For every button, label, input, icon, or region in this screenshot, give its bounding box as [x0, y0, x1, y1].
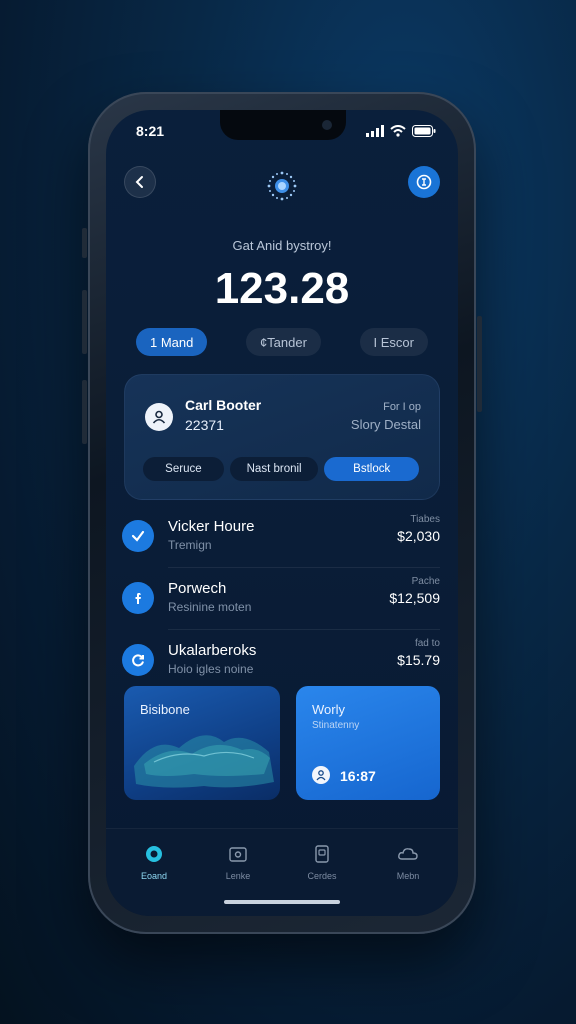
transaction-amount: $2,030	[397, 528, 440, 544]
tab-label: Eoand	[140, 871, 168, 881]
transaction-subtitle: Resinine moten	[168, 600, 252, 614]
app-screen: 8:21 Gat Anid bystroy! 123.28 1 Mand ¢Ta…	[106, 110, 458, 916]
balance-amount: 123.28	[214, 264, 350, 313]
volume-up-button	[82, 290, 87, 354]
mute-switch	[82, 228, 87, 258]
card-right-label: Slory Destal	[350, 417, 421, 432]
power-button	[477, 316, 482, 412]
tab-home[interactable]: Eoand	[124, 843, 184, 881]
notch	[220, 110, 346, 140]
transaction-row[interactable]: Porwech Resinine moten Pache $12,509	[122, 576, 440, 630]
filter-chips: 1 Mand ¢Tander I Escor	[136, 328, 428, 356]
account-button[interactable]	[408, 166, 440, 198]
transaction-tag: Pache	[411, 576, 440, 587]
ocean-tile[interactable]: Bisibone	[124, 686, 280, 800]
card-actions: Seruce Nast bronil Bstlock	[143, 457, 419, 481]
filter-chip-2[interactable]: ¢Tander	[245, 328, 321, 356]
transaction-tag: fad to	[414, 638, 440, 649]
refresh-icon	[122, 644, 154, 676]
home-indicator	[224, 900, 340, 904]
transaction-title: Porwech	[168, 580, 227, 597]
divider	[168, 567, 440, 568]
transaction-row[interactable]: Vicker Houre Tremign Tiabes $2,030	[122, 514, 440, 568]
tab-cloud[interactable]: Mebn	[378, 843, 438, 881]
transaction-amount: $12,509	[389, 590, 440, 606]
next-button[interactable]: Nast bronil	[229, 457, 319, 481]
check-icon	[122, 520, 154, 552]
signal-icon	[366, 125, 384, 137]
tab-cards[interactable]: Cerdes	[292, 843, 352, 881]
tab-wallet[interactable]: Lenke	[208, 843, 268, 881]
volume-down-button	[82, 380, 87, 444]
timer-tile[interactable]: Worly Stinatenny 16:87	[296, 686, 440, 800]
transaction-subtitle: Hoio igles noine	[168, 662, 254, 676]
tab-label: Cerdes	[307, 871, 337, 881]
transaction-row[interactable]: Ukalarberoks Hoio igles noine fad to $15…	[122, 638, 440, 692]
transaction-subtitle: Tremign	[168, 538, 212, 552]
card-number: 22371	[185, 417, 224, 433]
user-icon	[152, 410, 166, 424]
filter-chip-3[interactable]: I Escor	[359, 328, 428, 356]
tab-label: Mebn	[396, 871, 420, 881]
avatar	[145, 403, 173, 431]
transaction-title: Vicker Houre	[168, 518, 255, 535]
tile-title: Bisibone	[140, 702, 190, 717]
facebook-icon	[122, 582, 154, 614]
back-button[interactable]	[124, 166, 156, 198]
transaction-title: Ukalarberoks	[168, 642, 257, 659]
phone-frame: 8:21 Gat Anid bystroy! 123.28 1 Mand ¢Ta…	[82, 92, 482, 934]
filter-chip-1[interactable]: 1 Mand	[136, 328, 208, 356]
status-time: 8:21	[136, 123, 165, 139]
status-icons	[366, 125, 436, 137]
card-right-caption: For I op	[383, 401, 421, 413]
tab-label: Lenke	[225, 871, 251, 881]
app-logo	[267, 171, 297, 201]
account-card: Carl Booter 22371 For I op Slory Destal …	[124, 374, 440, 500]
cloud-icon	[397, 843, 419, 865]
greeting-text: Gat Anid bystroy!	[232, 238, 332, 253]
chevron-left-icon	[135, 176, 143, 188]
tile-time: 16:87	[340, 768, 376, 784]
tile-title: Worly	[312, 702, 345, 717]
cards-icon	[311, 843, 333, 865]
front-camera	[322, 120, 332, 130]
wifi-icon	[390, 125, 406, 137]
battery-icon	[412, 125, 436, 137]
wallet-icon	[227, 843, 249, 865]
service-button[interactable]: Seruce	[143, 457, 224, 481]
coin-icon	[416, 174, 432, 190]
home-icon	[143, 843, 165, 865]
tile-subtitle: Stinatenny	[312, 720, 360, 731]
transaction-tag: Tiabes	[410, 514, 440, 525]
divider	[168, 629, 440, 630]
card-holder-name: Carl Booter	[185, 397, 262, 413]
block-button[interactable]: Bstlock	[324, 457, 419, 481]
transaction-amount: $15.79	[397, 652, 440, 668]
user-icon	[312, 766, 330, 784]
